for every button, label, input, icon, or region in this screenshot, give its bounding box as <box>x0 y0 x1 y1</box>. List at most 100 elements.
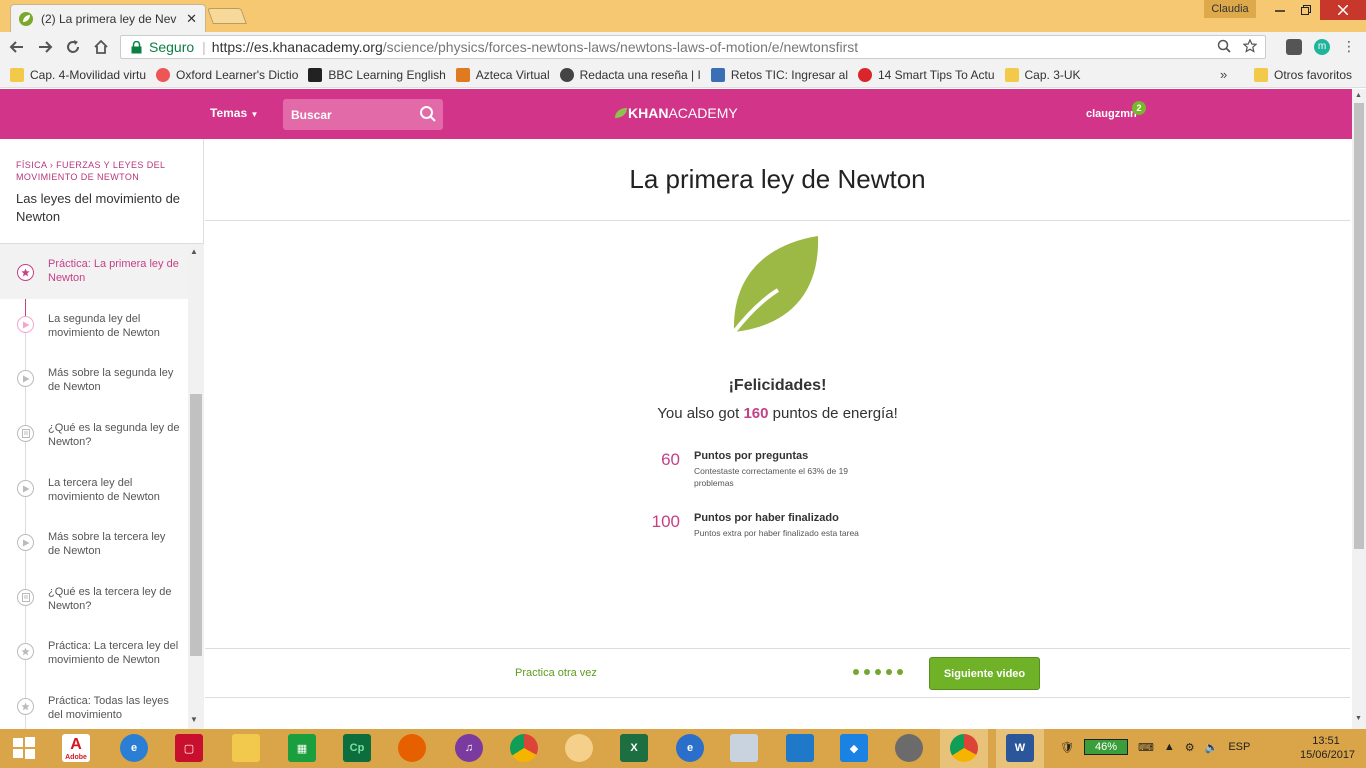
adobe-reader-icon[interactable]: A Adobe <box>62 734 90 762</box>
excel-icon[interactable]: X <box>620 734 648 762</box>
close-window-button[interactable] <box>1320 0 1366 20</box>
sidebar-item[interactable]: ¿Qué es la tercera ley de Newton? <box>0 572 188 627</box>
battery-indicator[interactable]: 46% <box>1083 739 1128 755</box>
lenovo-icon[interactable] <box>786 734 814 762</box>
audio-app-icon[interactable]: ♫ <box>455 734 483 762</box>
bookmark-star-icon[interactable] <box>1243 39 1257 53</box>
review-icon <box>559 67 574 82</box>
bookmark-label: Cap. 3-UK <box>1024 67 1081 82</box>
app-ball-icon[interactable] <box>565 734 593 762</box>
scroll-down-arrow-icon[interactable]: ▼ <box>1355 715 1362 722</box>
bookmark-item[interactable]: Retos TIC: Ingresar al <box>710 67 848 82</box>
scroll-up-arrow-icon[interactable]: ▲ <box>1355 92 1362 99</box>
bookmark-item[interactable]: Redacta una reseña | I <box>559 67 701 82</box>
congrats-heading: ¡Felicidades! <box>728 377 827 394</box>
khan-logo[interactable]: KHAN ACADEMY <box>614 105 738 121</box>
logo-text-bold: KHAN <box>628 105 669 121</box>
url-path: /science/physics/forces-newtons-laws/new… <box>382 39 859 55</box>
bookmark-item[interactable]: Cap. 3-UK <box>1004 67 1081 82</box>
secure-label: Seguro <box>149 39 195 55</box>
firefox-icon[interactable] <box>398 734 426 762</box>
next-video-button[interactable]: Siguiente video <box>929 657 1040 690</box>
search-icon[interactable] <box>419 105 437 123</box>
browser-menu-icon[interactable]: ⋮ <box>1342 38 1356 55</box>
browser-title-bar: (2) La primera ley de Nev ✕ Claudia <box>0 0 1366 32</box>
gimp-icon[interactable] <box>895 734 923 762</box>
sidebar-item[interactable]: ¿Qué es la segunda ley de Newton? <box>0 408 188 463</box>
windows-start-icon[interactable] <box>10 734 38 762</box>
scroll-up-arrow-icon[interactable]: ▲ <box>190 247 198 256</box>
other-bookmarks[interactable]: Otros favoritos <box>1254 67 1352 82</box>
zoom-icon[interactable] <box>1217 39 1231 53</box>
minimize-button[interactable] <box>1266 0 1294 20</box>
word-icon[interactable]: W <box>1006 734 1034 762</box>
article-icon <box>17 425 34 442</box>
extension-m-icon[interactable]: m <box>1314 38 1330 55</box>
sidebar-item-label: ¿Qué es la segunda ley de Newton? <box>48 422 180 448</box>
user-menu[interactable]: claugzmn <box>1086 108 1137 120</box>
page-scrollbar-thumb[interactable] <box>1354 103 1364 549</box>
scroll-down-arrow-icon[interactable]: ▼ <box>190 715 198 724</box>
3d-app-icon[interactable]: ▢ <box>175 734 203 762</box>
sidebar-list: Práctica: La primera ley de Newton La seg… <box>0 244 188 729</box>
breadcrumb-subject[interactable]: FÍSICA <box>16 160 47 170</box>
edge-icon[interactable]: e <box>676 734 704 762</box>
logo-text-light: ACADEMY <box>668 105 738 121</box>
browser-toolbar: Seguro | https://es.khanacademy.org /sci… <box>0 32 1366 62</box>
bookmark-item[interactable]: Azteca Virtual <box>455 67 550 82</box>
keyboard-icon[interactable]: ⌨ <box>1138 741 1154 754</box>
store-icon[interactable]: ▦ <box>288 734 316 762</box>
progress-dot <box>875 669 881 675</box>
browser-tab[interactable]: (2) La primera ley de Nev ✕ <box>10 4 206 32</box>
lock-icon <box>129 40 143 54</box>
captivate-icon[interactable]: Cp <box>343 734 371 762</box>
search-input[interactable]: Buscar <box>283 99 443 130</box>
tray-expand-icon[interactable]: ▲ <box>1164 741 1175 753</box>
volume-icon[interactable]: 🔈 <box>1205 741 1219 754</box>
sidebar-item[interactable]: La tercera ley del movimiento de Newton <box>0 463 188 518</box>
internet-explorer-icon[interactable]: e <box>120 734 148 762</box>
dropbox-tray-icon[interactable]: ⚙ <box>1185 741 1195 754</box>
tab-close-icon[interactable]: ✕ <box>186 11 197 27</box>
bookmarks-overflow-icon[interactable]: » <box>1220 67 1227 82</box>
bookmark-label: Retos TIC: Ingresar al <box>730 67 848 82</box>
clock[interactable]: 13:51 15/06/2017 <box>1300 734 1355 762</box>
sidebar-item-label: Más sobre la segunda ley de Newton <box>48 367 174 393</box>
sidebar-item[interactable]: Práctica: Todas las leyes del movimiento <box>0 681 188 729</box>
close-icon <box>1338 5 1348 15</box>
points-value: 60 <box>661 450 680 469</box>
forward-icon[interactable] <box>36 38 54 56</box>
article-icon <box>17 589 34 606</box>
practice-again-link[interactable]: Practica otra vez <box>515 667 597 679</box>
sidebar-item[interactable]: Más sobre la tercera ley de Newton <box>0 517 188 572</box>
back-icon[interactable] <box>8 38 26 56</box>
maximize-button[interactable] <box>1292 0 1320 20</box>
file-explorer-icon[interactable] <box>232 734 260 762</box>
bookmark-item[interactable]: BBC Learning English <box>308 67 446 82</box>
sidebar: FÍSICA › FUERZAS Y LEYES DEL MOVIMIENTO … <box>0 139 204 729</box>
sidebar-item[interactable]: Práctica: La tercera ley del movimiento … <box>0 626 188 681</box>
extension-icons: m ⋮ <box>1286 38 1356 55</box>
notification-badge[interactable]: 2 <box>1132 101 1146 115</box>
language-indicator[interactable]: ESP <box>1228 741 1250 753</box>
bookmark-item[interactable]: Oxford Learner's Dictio <box>156 67 298 82</box>
address-bar[interactable]: Seguro | https://es.khanacademy.org /sci… <box>120 35 1266 59</box>
chrome-active-icon[interactable] <box>950 734 978 762</box>
sidebar-item[interactable]: Más sobre la segunda ley de Newton <box>0 353 188 408</box>
bookmark-item[interactable]: 14 Smart Tips To Actu <box>858 67 995 82</box>
sidebar-item[interactable]: La segunda ley del movimiento de Newton <box>0 299 188 354</box>
page-scrollbar[interactable]: ▲ ▼ <box>1352 89 1366 729</box>
topics-menu[interactable]: Temas ▼ <box>210 106 258 120</box>
sidebar-scrollbar-thumb[interactable] <box>190 394 202 656</box>
bookmark-item[interactable]: Cap. 4-Movilidad virtu <box>10 67 146 82</box>
pocket-extension-icon[interactable] <box>1286 38 1302 55</box>
dropbox-icon[interactable]: ◆ <box>840 734 868 762</box>
security-icon[interactable]: 🛡 <box>1060 741 1074 754</box>
chrome-icon[interactable] <box>510 734 538 762</box>
section-title[interactable]: Las leyes del movimiento de Newton <box>16 190 196 226</box>
reload-icon[interactable] <box>64 38 82 56</box>
sidebar-item[interactable]: Práctica: La primera ley de Newton <box>0 244 188 299</box>
new-tab-button[interactable] <box>207 8 247 24</box>
paint-icon[interactable] <box>730 734 758 762</box>
home-icon[interactable] <box>92 38 110 56</box>
